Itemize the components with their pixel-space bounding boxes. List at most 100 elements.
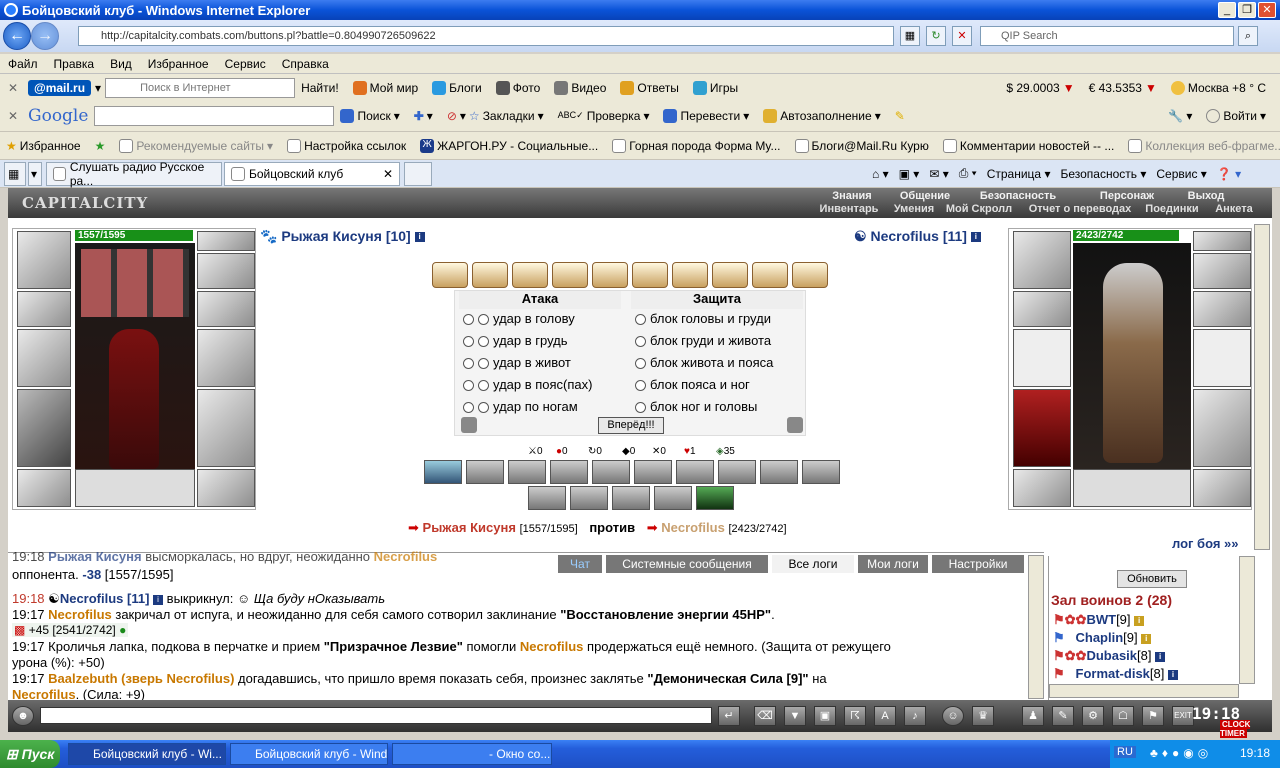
belt-slot[interactable] (17, 469, 71, 507)
chat-user[interactable]: Necrofilus (374, 549, 438, 564)
fav-link-comments[interactable]: Комментарии новостей -- ... (942, 138, 1114, 153)
menu-view[interactable]: Вид (110, 57, 132, 71)
earring-slot[interactable] (1193, 231, 1251, 251)
info-icon[interactable]: i (1155, 651, 1166, 662)
player-name-label[interactable]: 🐾 Рыжая Кисуня [10] i (260, 228, 425, 245)
sound-icon[interactable]: ♪ (904, 706, 926, 726)
skill-1[interactable] (424, 460, 462, 484)
room-user[interactable]: ⚑ Format-disk[8] i (1053, 666, 1178, 682)
nav-communication[interactable]: Общение (882, 190, 968, 202)
refresh-icon[interactable]: ↻ (926, 26, 946, 46)
tab-system-messages[interactable]: Системные сообщения (606, 555, 768, 573)
skill-7[interactable] (676, 460, 714, 484)
fav-link-rock[interactable]: Горная порода Форма My... (612, 138, 781, 153)
mailru-search-input[interactable]: Поиск в Интернет (105, 77, 296, 98)
skill-15[interactable] (696, 486, 734, 510)
scroll-8[interactable] (712, 262, 748, 288)
belt-slot[interactable] (1013, 469, 1071, 507)
chat-user[interactable]: Рыжая Кисуня (48, 549, 141, 564)
skill-bar-icon-3[interactable]: ⚙ (1082, 706, 1104, 726)
skill-10[interactable] (802, 460, 840, 484)
boots-slot[interactable] (1193, 469, 1251, 507)
scroll-9[interactable] (752, 262, 788, 288)
fav-link-recommended[interactable]: Рекомендуемые сайты ▾ (119, 138, 273, 153)
room-user[interactable]: ⚑ Chaplin[9] i (1053, 630, 1152, 646)
weapon-slot[interactable] (1013, 329, 1071, 387)
forward-attack-button[interactable]: Вперёд!!! (598, 417, 664, 434)
gloves-slot[interactable] (1193, 291, 1251, 327)
qip-search-input[interactable]: QIP Search (980, 26, 1234, 46)
mail-icon[interactable]: ✉ ▾ (929, 167, 948, 181)
wrench-icon[interactable]: 🔧 ▾ (1168, 109, 1192, 123)
google-spellcheck[interactable]: ABC✓ Проверка ▾ (558, 109, 650, 123)
font-size-icon[interactable]: A (874, 706, 896, 726)
google-bookmarks[interactable]: ⊘ ▾ ☆ Закладки ▾ (447, 109, 544, 123)
skill-9[interactable] (760, 460, 798, 484)
forward-button[interactable]: → (31, 22, 59, 50)
scroll-1[interactable] (432, 262, 468, 288)
address-bar[interactable]: http://capitalcity.combats.com/buttons.p… (78, 26, 894, 46)
block-option-5[interactable]: блок ног и головы (635, 399, 757, 414)
armor-slot[interactable] (17, 389, 71, 467)
scroll-2[interactable] (472, 262, 508, 288)
highlighter-icon[interactable]: ✎ (895, 109, 905, 123)
chat-user[interactable]: Necrofilus (520, 639, 584, 654)
game-scrollbar[interactable] (1254, 224, 1270, 550)
menu-edit[interactable]: Правка (54, 57, 95, 71)
start-button[interactable]: ⊞ Пуск (0, 740, 60, 768)
close-button[interactable]: ✕ (1258, 2, 1276, 18)
info-icon[interactable]: i (414, 232, 425, 243)
radio-button[interactable] (635, 380, 646, 392)
radio-button[interactable] (478, 402, 489, 414)
fav-link-webslices[interactable]: Коллекция веб-фрагме... ▾ (1128, 138, 1280, 153)
task-combats-2[interactable]: Бойцовский клуб - Wind... (230, 743, 388, 765)
radio-button[interactable] (463, 380, 474, 392)
refresh-room-button[interactable]: Обновить (1117, 570, 1187, 588)
google-translate[interactable]: Перевести ▾ (663, 108, 749, 123)
vs-enemy-name[interactable]: Necrofilus (661, 520, 725, 535)
legs-slot[interactable] (1193, 389, 1251, 467)
menu-favorites[interactable]: Избранное (148, 57, 209, 71)
info-icon[interactable]: i (153, 594, 164, 605)
google-search-input[interactable] (94, 105, 335, 126)
mailru-dropdown-icon[interactable]: ▾ (95, 81, 101, 95)
radio-button[interactable] (463, 402, 474, 414)
weather[interactable]: Москва +8 ° С (1170, 80, 1266, 95)
fav-link-blogs[interactable]: Блоги@Mail.Ru Курю (794, 138, 929, 153)
scroll-10[interactable] (792, 262, 828, 288)
skill-bar-icon-2[interactable]: ✎ (1052, 706, 1074, 726)
search-icon[interactable]: ⌕ (1238, 26, 1258, 46)
skill-11[interactable] (528, 486, 566, 510)
nav-exit[interactable]: Выход (1172, 190, 1240, 202)
attack-option-chest[interactable]: удар в грудь (463, 333, 568, 348)
mailru-item-video[interactable]: Видео (554, 80, 606, 95)
maximize-button[interactable]: ❐ (1238, 2, 1256, 18)
nav-my-scroll[interactable]: Мой Скролл (942, 203, 1016, 215)
scroll-3[interactable] (512, 262, 548, 288)
room-user[interactable]: ⚑✿✿BWT[9] i (1053, 612, 1145, 628)
helmet-slot[interactable] (17, 231, 71, 289)
feeds-icon[interactable]: ▣ ▾ (899, 167, 920, 181)
earring-slot[interactable] (197, 231, 255, 251)
menu-help[interactable]: Справка (282, 57, 329, 71)
exit-icon[interactable]: EXIT (1172, 706, 1194, 726)
back-button[interactable]: ← (3, 22, 31, 50)
info-icon[interactable]: i (1168, 669, 1178, 680)
bracer-slot[interactable] (1013, 291, 1071, 327)
scroll-5[interactable] (592, 262, 628, 288)
chat-scrollbar[interactable] (1028, 555, 1044, 699)
nav-character[interactable]: Персонаж (1084, 190, 1170, 202)
attack-option-waist[interactable]: удар в пояс(пах) (463, 377, 592, 392)
attack-option-legs[interactable]: удар по ногам (463, 399, 578, 414)
amulet-slot[interactable] (1193, 253, 1251, 289)
player-avatar[interactable] (75, 243, 195, 469)
clear-icon[interactable]: ⌫ (754, 706, 776, 726)
skill-bar-icon-1[interactable]: ♟ (1022, 706, 1044, 726)
gloves-slot[interactable] (197, 291, 255, 327)
block-option-3[interactable]: блок живота и пояса (635, 355, 773, 370)
info-icon[interactable]: i (1134, 615, 1145, 626)
mailru-find-button[interactable]: Найти! (301, 81, 339, 95)
toolbar-close-icon[interactable]: ✕ (8, 81, 20, 95)
offhand-slot[interactable] (1193, 329, 1251, 387)
mailru-item-photo[interactable]: Фото (495, 80, 540, 95)
